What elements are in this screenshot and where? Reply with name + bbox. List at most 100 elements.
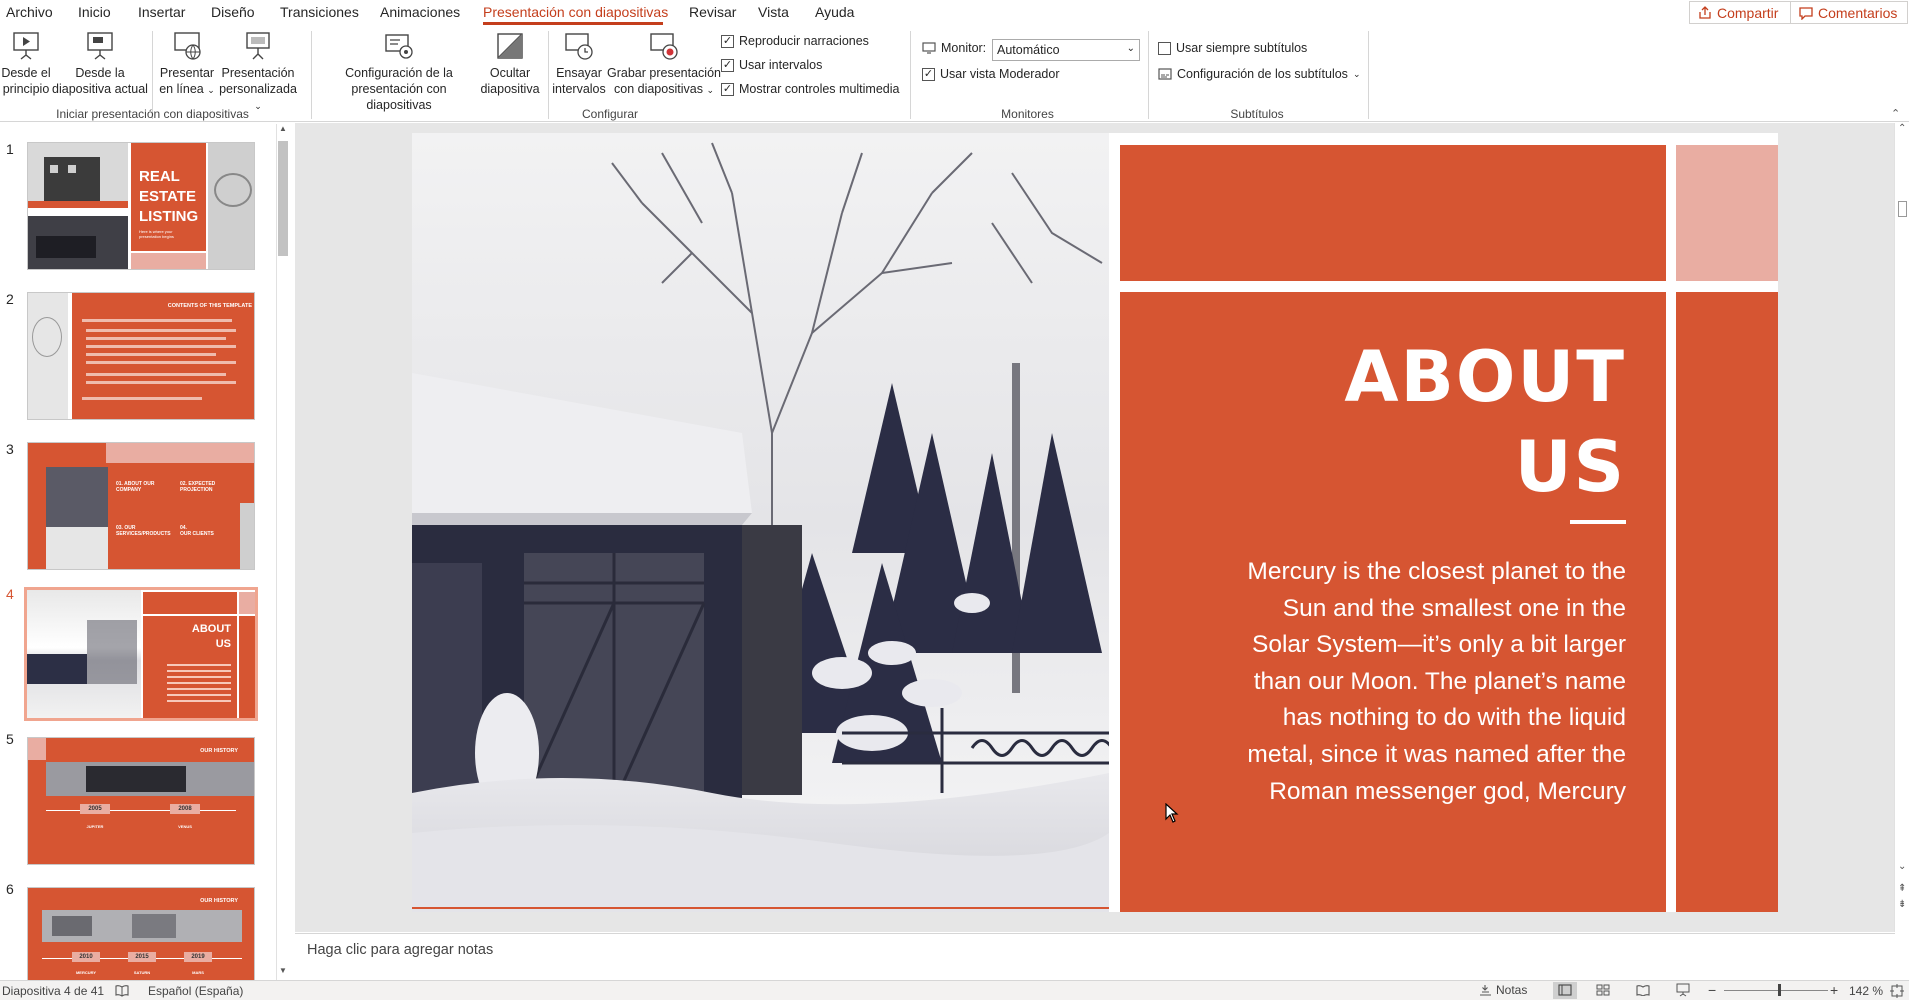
custom-show-button[interactable]: Presentación personalizada ⌄: [216, 30, 300, 114]
slide-title-line1: ABOUT: [1344, 336, 1626, 418]
slide-thumbnail-3[interactable]: 01. ABOUT OUR COMPANY 02. EXPECTED PROJECT…: [27, 442, 255, 570]
zoom-out-icon[interactable]: −: [1708, 982, 1716, 998]
rehearse-timings-icon: [565, 33, 593, 60]
menu-archivo[interactable]: Archivo: [6, 4, 53, 20]
setup-slideshow-icon: [385, 34, 413, 59]
slide-thumbnail-6[interactable]: OUR HISTORY 2010 2015 2019 MERCURY SATUR…: [27, 887, 255, 980]
thumb-mirror-image: [208, 143, 254, 269]
menu-transiciones[interactable]: Transiciones: [280, 4, 359, 20]
record-slideshow-button[interactable]: Grabar presentación con diapositivas ⌄: [605, 30, 723, 98]
fit-to-window-icon[interactable]: [1890, 984, 1904, 998]
subtitle-settings-button[interactable]: Configuración de los subtítulos ⌄: [1158, 67, 1360, 81]
collapse-ribbon-icon[interactable]: ⌃: [1891, 107, 1900, 120]
setup-show-line1: Configuración de la: [345, 66, 453, 80]
menu-diseno[interactable]: Diseño: [211, 4, 255, 20]
group-label-monitors: Monitores: [1001, 107, 1054, 121]
slide-vertical-scrollbar[interactable]: ⌃ ⌄ ⇞ ⇟: [1894, 123, 1909, 932]
ribbon: Desde el principio Desde la diapositiva …: [0, 25, 1909, 122]
notes-toggle-button[interactable]: Notas: [1479, 983, 1527, 997]
present-online-button[interactable]: Presentar en línea ⌄: [156, 30, 218, 98]
subtitles-icon: [1158, 68, 1172, 80]
ribbon-separator: [548, 31, 549, 119]
play-narrations-checkbox[interactable]: ✓ Reproducir narraciones: [721, 34, 869, 48]
monitor-select[interactable]: Automático ⌄: [992, 39, 1140, 61]
slide-sorter-icon[interactable]: [1596, 984, 1610, 996]
language-indicator[interactable]: Español (España): [148, 984, 243, 998]
previous-slide-icon[interactable]: ⇞: [1898, 883, 1906, 894]
slide-body-text[interactable]: Mercury is the closest planet to the Sun…: [1186, 554, 1626, 810]
zoom-in-icon[interactable]: +: [1830, 982, 1838, 998]
zoom-slider[interactable]: [1724, 990, 1828, 991]
spellcheck-book-icon[interactable]: [115, 984, 129, 997]
menu-animaciones[interactable]: Animaciones: [380, 4, 460, 20]
title-divider: [1570, 520, 1626, 524]
use-timings-label: Usar intervalos: [739, 58, 823, 72]
menu-vista[interactable]: Vista: [758, 4, 789, 20]
presenter-view-checkbox[interactable]: ✓ Usar vista Moderador: [922, 67, 1060, 81]
ribbon-separator: [1148, 31, 1149, 119]
record-icon: [650, 33, 678, 60]
from-start-button[interactable]: Desde el principio: [0, 30, 52, 97]
slideshow-from-start-icon: [13, 32, 39, 60]
ribbon-separator: [910, 31, 911, 119]
always-subtitles-checkbox[interactable]: Usar siempre subtítulos: [1158, 41, 1307, 55]
rehearse-line2: intervalos: [552, 82, 606, 96]
slideshow-view-icon[interactable]: [1676, 983, 1690, 997]
next-slide-icon[interactable]: ⇟: [1898, 899, 1906, 910]
slide-thumbnail-2[interactable]: CONTENTS OF THIS TEMPLATE: [27, 292, 255, 420]
reading-view-icon[interactable]: [1636, 984, 1650, 996]
chevron-down-icon: ⌄: [1352, 68, 1361, 79]
show-media-controls-checkbox[interactable]: ✓ Mostrar controles multimedia: [721, 82, 899, 96]
monitor-select-value: Automático: [997, 43, 1060, 57]
from-current-line2: diapositiva actual: [52, 82, 148, 96]
checkbox-checked-icon: ✓: [721, 82, 734, 96]
menu-presentacion[interactable]: Presentación con diapositivas: [483, 4, 668, 20]
from-current-button[interactable]: Desde la diapositiva actual: [52, 30, 148, 97]
from-start-line2: principio: [2, 82, 50, 96]
group-label-subtitles: Subtítulos: [1230, 107, 1284, 121]
slide-thumbnail-5[interactable]: OUR HISTORY 2005 2008 JUPITER VENUS: [27, 737, 255, 865]
comments-button[interactable]: Comentarios: [1790, 1, 1908, 24]
slide-canvas[interactable]: ABOUT US Mercury is the closest planet t…: [412, 133, 1778, 912]
slide-thumbnail-4[interactable]: ABOUT US: [24, 587, 258, 721]
scroll-up-icon[interactable]: ⌃: [1898, 123, 1906, 134]
status-bar: Diapositiva 4 de 41 Español (España) Not…: [0, 980, 1909, 1000]
scroll-down-icon[interactable]: ⌄: [1898, 861, 1906, 872]
scroll-up-icon[interactable]: ▲: [279, 124, 287, 133]
setup-show-button[interactable]: Configuración de la presentación con dia…: [318, 30, 480, 113]
use-timings-checkbox[interactable]: ✓ Usar intervalos: [721, 58, 822, 72]
thumbnail-number: 5: [6, 731, 14, 747]
slide-thumbnails-pane: 1 REAL ESTATE LISTING Here is where your…: [0, 123, 293, 980]
zoom-level[interactable]: 142 %: [1849, 984, 1883, 998]
checkbox-checked-icon: ✓: [721, 34, 734, 48]
menu-insertar[interactable]: Insertar: [138, 4, 185, 20]
comment-icon: [1799, 6, 1813, 20]
hide-slide-line2: diapositiva: [480, 82, 540, 96]
chevron-down-icon: ⌄: [1126, 43, 1135, 54]
slide-thumbnail-1[interactable]: REAL ESTATE LISTING Here is where your p…: [27, 142, 255, 270]
slide-title[interactable]: ABOUT US: [1206, 332, 1626, 512]
group-label-start: Iniciar presentación con diapositivas: [56, 107, 249, 121]
custom-show-line1: Presentación: [221, 66, 295, 80]
thumb-building-image: [28, 143, 128, 203]
notes-pane[interactable]: Haga clic para agregar notas: [295, 933, 1895, 980]
checkbox-checked-icon: ✓: [922, 67, 935, 81]
menu-ayuda[interactable]: Ayuda: [815, 4, 854, 20]
hide-slide-button[interactable]: Ocultar diapositiva: [479, 30, 541, 97]
scroll-down-icon[interactable]: ▼: [279, 966, 287, 975]
subtitle-settings-label: Configuración de los subtítulos: [1177, 67, 1348, 81]
ribbon-separator: [1368, 31, 1369, 119]
presenter-view-label: Usar vista Moderador: [940, 67, 1060, 81]
slideshow-from-current-icon: [87, 32, 113, 60]
share-button[interactable]: Compartir: [1689, 1, 1793, 24]
normal-view-button[interactable]: [1553, 982, 1577, 999]
rehearse-timings-button[interactable]: Ensayar intervalos: [550, 30, 608, 97]
right-accent-strip: [1676, 292, 1778, 912]
menu-revisar[interactable]: Revisar: [689, 4, 736, 20]
zoom-slider-thumb[interactable]: [1778, 984, 1781, 996]
thumbnails-scrollbar-thumb[interactable]: [278, 141, 288, 256]
notes-icon: [1480, 985, 1491, 996]
menu-inicio[interactable]: Inicio: [78, 4, 111, 20]
vertical-scroll-thumb[interactable]: [1898, 201, 1907, 217]
thumb-sofa-image: [28, 216, 128, 269]
